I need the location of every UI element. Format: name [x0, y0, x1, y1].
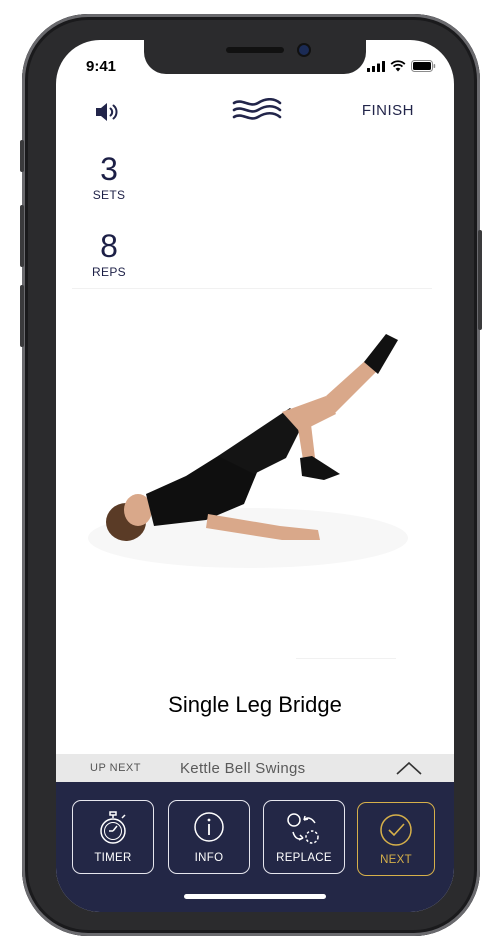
- expand-up-next-button[interactable]: [396, 760, 422, 776]
- up-next-bar[interactable]: UP NEXT Kettle Bell Swings: [56, 754, 454, 782]
- next-label: NEXT: [380, 854, 412, 866]
- divider: [296, 658, 396, 659]
- sets-label: SETS: [92, 188, 126, 202]
- finish-button[interactable]: FINISH: [362, 102, 414, 119]
- sets-stat: 3 SETS: [90, 152, 128, 202]
- waves-logo: [232, 97, 282, 122]
- home-indicator[interactable]: [184, 894, 326, 899]
- info-icon: [194, 812, 224, 842]
- status-icons: [367, 60, 436, 72]
- chevron-up-icon: [396, 761, 422, 775]
- speaker-icon: [96, 103, 118, 121]
- replace-icon: [287, 813, 319, 844]
- timer-button[interactable]: TIMER: [72, 800, 154, 874]
- info-button[interactable]: INFO: [168, 800, 250, 874]
- replace-label: REPLACE: [276, 852, 332, 864]
- phone-mute-switch: [20, 140, 24, 172]
- phone-notch: [144, 40, 366, 74]
- phone-volume-up: [20, 205, 24, 267]
- earpiece-speaker: [226, 47, 284, 53]
- stopwatch-icon: [100, 811, 126, 844]
- reps-value: 8: [100, 228, 118, 264]
- front-camera: [299, 45, 309, 55]
- wifi-icon: [390, 60, 406, 72]
- up-next-label: UP NEXT: [90, 762, 141, 774]
- replace-button[interactable]: REPLACE: [263, 800, 345, 874]
- check-icon: [380, 814, 412, 846]
- status-time: 9:41: [86, 58, 117, 75]
- exercise-title: Single Leg Bridge: [168, 692, 342, 717]
- timer-label: TIMER: [94, 852, 132, 864]
- reps-label: REPS: [92, 265, 126, 279]
- info-label: INFO: [194, 852, 224, 864]
- phone-power-button: [478, 230, 482, 330]
- bottom-action-bar: TIMER INFO REPLACE NEXT: [56, 782, 454, 912]
- sets-value: 3: [100, 151, 118, 187]
- divider: [72, 288, 432, 289]
- battery-icon: [411, 60, 436, 72]
- app-screen: 9:41 FINISH 3 SETS 8 REPS Single Leg Bri…: [56, 40, 454, 912]
- up-next-exercise: Kettle Bell Swings: [180, 760, 306, 777]
- exercise-demo-image: [68, 298, 436, 610]
- sound-toggle-button[interactable]: [94, 100, 122, 124]
- phone-volume-down: [20, 285, 24, 347]
- reps-stat: 8 REPS: [90, 229, 128, 279]
- next-button[interactable]: NEXT: [357, 802, 435, 876]
- signal-icon: [367, 60, 385, 72]
